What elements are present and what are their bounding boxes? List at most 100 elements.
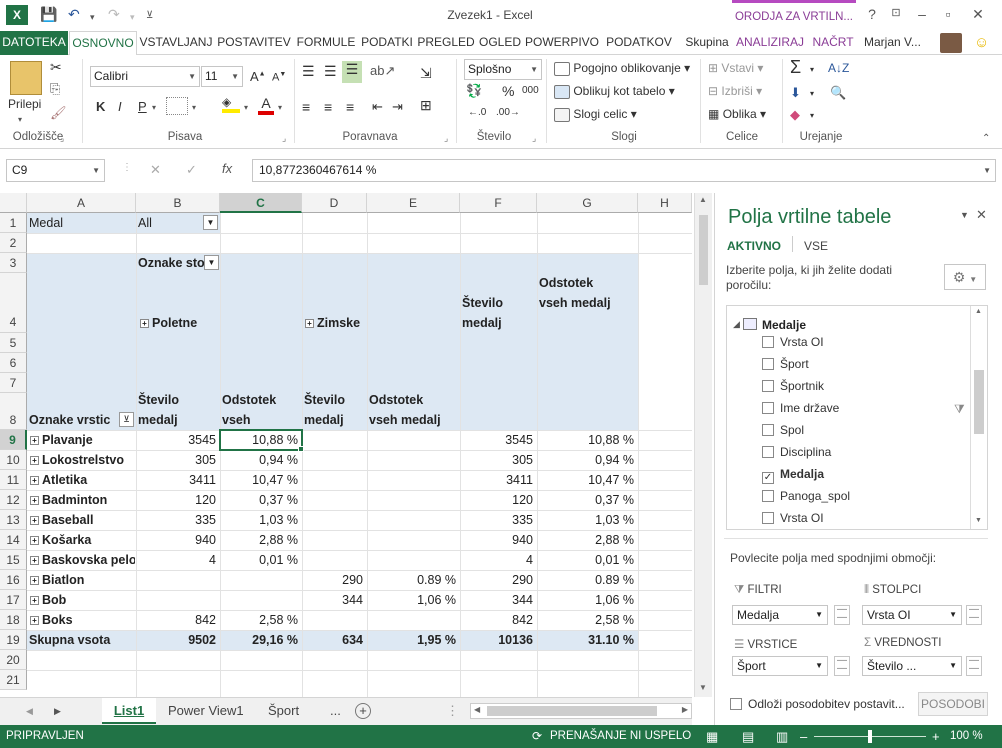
expand-icon[interactable]: + xyxy=(30,516,39,525)
pivot-cell-e[interactable]: 0.89 % xyxy=(367,570,460,590)
expand-icon[interactable]: + xyxy=(30,556,39,565)
pivot-group-winter[interactable]: + Zimske xyxy=(305,313,385,333)
pivot-cell-f[interactable]: 305 xyxy=(460,450,537,470)
sort-filter-icon[interactable]: A↓Z xyxy=(828,61,849,75)
customize-qat-icon[interactable]: ⊻ xyxy=(146,10,153,21)
expand-icon[interactable]: + xyxy=(30,436,39,445)
pivot-cell-g[interactable]: 0.89 % xyxy=(537,570,638,590)
pivot-cell-g[interactable]: 0,94 % xyxy=(537,450,638,470)
pivot-cell-c[interactable]: 2,58 % xyxy=(220,610,302,630)
save-icon[interactable]: 💾 xyxy=(40,6,57,23)
pivot-row-label[interactable]: + Atletika xyxy=(30,470,135,490)
pivot-cell-g[interactable]: 1,03 % xyxy=(537,510,638,530)
pivot-cell-f[interactable]: 940 xyxy=(460,530,537,550)
pivot-cell-g[interactable]: 0,37 % xyxy=(537,490,638,510)
pivot-cell-g[interactable]: 2,58 % xyxy=(537,610,638,630)
pivot-cell-b[interactable]: 940 xyxy=(136,530,220,550)
autosum-icon[interactable]: Σ xyxy=(790,57,801,78)
page-break-view-icon[interactable]: ▥ xyxy=(776,725,788,748)
scroll-up-icon[interactable]: ▲ xyxy=(699,195,707,204)
undo-icon[interactable]: ↶ xyxy=(68,6,80,23)
alignment-launcher-icon[interactable]: ⌟ xyxy=(444,133,448,144)
formula-input[interactable]: 10,8772360467614 % ▼ xyxy=(252,159,996,182)
smiley-feedback-icon[interactable]: ☺ xyxy=(974,34,989,51)
pivot-row-label[interactable]: + Košarka xyxy=(30,530,135,550)
horizontal-thumb[interactable] xyxy=(487,706,657,716)
field-item[interactable]: ✓ Medalja xyxy=(762,467,824,484)
font-color-dropdown-icon[interactable]: ▾ xyxy=(278,103,282,112)
pivot-cell-f[interactable]: 290 xyxy=(460,570,537,590)
row-header[interactable]: 19 xyxy=(0,630,27,650)
pivot-cell-b[interactable]: 842 xyxy=(136,610,220,630)
tab-file[interactable]: DATOTEKA xyxy=(0,31,68,55)
fill-handle[interactable] xyxy=(298,446,304,452)
horizontal-scrollbar[interactable]: ◀ ▶ xyxy=(470,703,692,719)
field-checkbox-icon[interactable] xyxy=(762,490,774,502)
align-middle-icon[interactable]: ☰ xyxy=(324,63,337,80)
field-checkbox-icon[interactable] xyxy=(762,358,774,370)
pivot-cell-g[interactable]: 1,06 % xyxy=(537,590,638,610)
pivot-cell-c[interactable]: 0,37 % xyxy=(220,490,302,510)
sheet-tab-sport[interactable]: Šport xyxy=(268,698,299,724)
pivot-cell-g[interactable]: 0,01 % xyxy=(537,550,638,570)
column-header-e[interactable]: E xyxy=(367,193,460,213)
scroll-left-icon[interactable]: ◀ xyxy=(474,705,480,714)
italic-button[interactable]: I xyxy=(118,99,122,114)
grow-font-icon[interactable]: A▲ xyxy=(250,69,266,84)
help-icon[interactable]: ? xyxy=(862,6,882,22)
paste-icon[interactable] xyxy=(10,61,42,95)
underline-button[interactable]: P xyxy=(138,99,147,114)
zoom-out-button[interactable]: – xyxy=(800,725,807,748)
filter-dropdown-icon[interactable]: ▼ xyxy=(203,215,218,230)
align-right-icon[interactable]: ≡ xyxy=(346,99,354,115)
pivot-cell-f[interactable]: 842 xyxy=(460,610,537,630)
pivot-cell-b[interactable]: 120 xyxy=(136,490,220,510)
format-cells-button[interactable]: ▦ Oblika ▾ xyxy=(708,107,766,121)
fill-dropdown-icon[interactable]: ▾ xyxy=(810,89,814,98)
conditional-formatting-button[interactable]: Pogojno oblikovanje ▾ xyxy=(554,61,690,76)
ribbon-display-options-icon[interactable]: ⊡ xyxy=(886,6,906,19)
scrollbar-thumb[interactable] xyxy=(699,215,708,285)
pivot-cell-b[interactable]: 3411 xyxy=(136,470,220,490)
pivot-cell-b[interactable]: 335 xyxy=(136,510,220,530)
pivot-row-label[interactable]: + Lokostrelstvo xyxy=(30,450,135,470)
find-select-icon[interactable]: 🔍 xyxy=(830,85,846,101)
grand-total-g[interactable]: 31.10 % xyxy=(537,630,638,650)
pivot-cell-g[interactable]: 2,88 % xyxy=(537,530,638,550)
expand-icon[interactable]: + xyxy=(305,319,314,328)
formula-bar-grip-icon[interactable]: ⋮ xyxy=(122,162,132,173)
borders-icon[interactable] xyxy=(166,97,188,115)
row-header[interactable]: 16 xyxy=(0,570,27,590)
expand-icon[interactable]: + xyxy=(30,456,39,465)
grand-total-b[interactable]: 9502 xyxy=(136,630,220,650)
row-header[interactable]: 9 xyxy=(0,430,27,450)
pivot-cell-g[interactable]: 10,47 % xyxy=(537,470,638,490)
redo-dropdown-icon[interactable]: ▾ xyxy=(130,12,135,23)
row-labels-filter-icon[interactable]: ⊻ xyxy=(119,412,134,427)
pivot-row-label[interactable]: + Biatlon xyxy=(30,570,135,590)
row-header[interactable]: 10 xyxy=(0,450,27,470)
close-button[interactable]: ✕ xyxy=(968,6,988,23)
row-header[interactable]: 2 xyxy=(0,233,27,253)
filters-area-field[interactable]: Medalja ▼ xyxy=(732,605,828,625)
tab-all-fields[interactable]: VSE xyxy=(804,239,828,253)
field-checkbox-icon[interactable] xyxy=(762,512,774,524)
user-name[interactable]: Marjan V... xyxy=(864,31,928,55)
collapse-table-icon[interactable]: ◢ xyxy=(733,319,740,330)
fill-color-icon[interactable]: ◈ xyxy=(222,95,240,113)
grand-total-f[interactable]: 10136 xyxy=(460,630,537,650)
tab-formulas[interactable]: FORMULE xyxy=(294,31,358,55)
grand-total-d[interactable]: 634 xyxy=(302,630,367,650)
shrink-font-icon[interactable]: A▼ xyxy=(272,71,286,84)
tab-insert[interactable]: VSTAVLJANJ xyxy=(138,31,214,55)
scroll-down-icon[interactable]: ▼ xyxy=(975,517,982,524)
row-header[interactable]: 4 xyxy=(0,273,27,333)
columns-area-scroll-icon[interactable]: — — xyxy=(966,605,982,625)
field-item[interactable]: Športnik xyxy=(762,379,824,393)
new-sheet-button[interactable]: + xyxy=(355,703,371,719)
font-color-icon[interactable]: A xyxy=(258,95,274,115)
column-header-h[interactable]: H xyxy=(638,193,692,213)
pivot-cell-g[interactable]: 10,88 % xyxy=(537,430,638,450)
expand-icon[interactable]: + xyxy=(140,319,149,328)
gear-icon[interactable]: ⚙ ▼ xyxy=(944,264,986,290)
